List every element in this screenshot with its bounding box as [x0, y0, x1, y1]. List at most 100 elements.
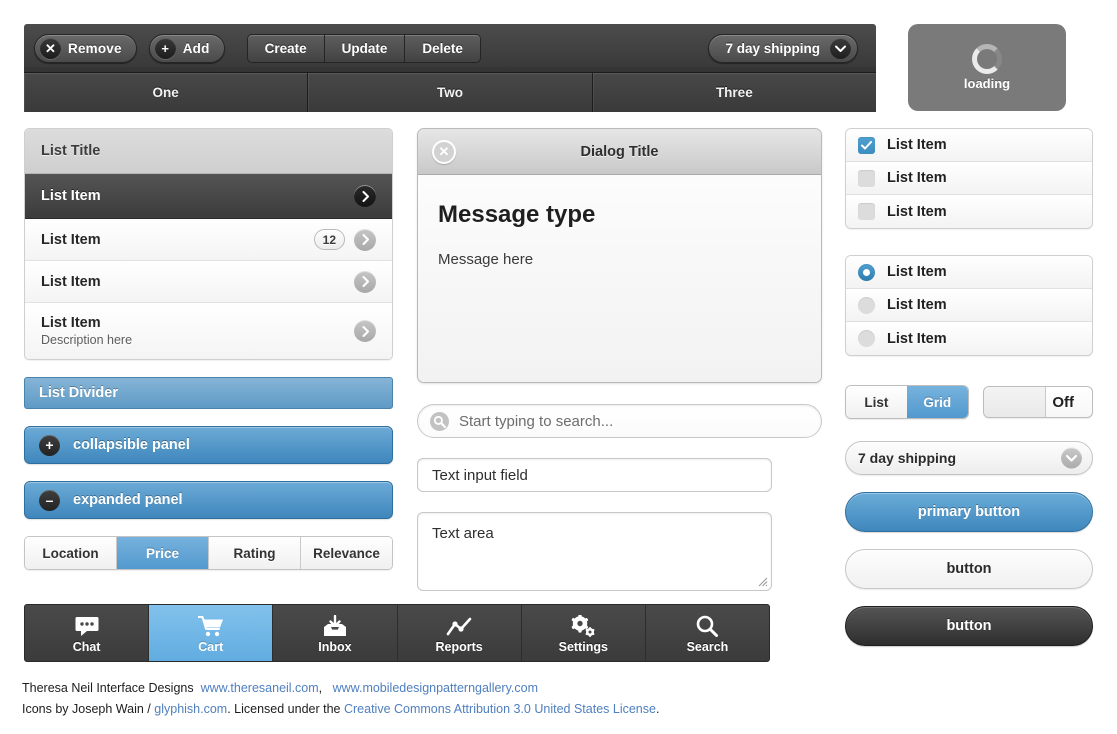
shipping-dropdown-light-value: 7 day shipping	[858, 450, 957, 466]
view-mode-grid[interactable]: Grid	[906, 386, 968, 418]
collapsible-panel-label: collapsible panel	[73, 437, 190, 453]
radio-list: List Item List Item List Item	[845, 255, 1093, 356]
checkbox-unchecked-icon[interactable]	[858, 203, 875, 220]
tabbar-item-chat[interactable]: Chat	[25, 605, 150, 661]
delete-button[interactable]: Delete	[405, 33, 481, 63]
radio-row-3[interactable]: List Item	[846, 322, 1092, 355]
inbox-icon	[323, 613, 347, 637]
text-area-value: Text area	[432, 525, 494, 542]
checkbox-row-1-label: List Item	[887, 137, 947, 153]
filter-option-price[interactable]: Price	[117, 537, 209, 569]
dialog-header: ✕ Dialog Title	[418, 129, 821, 175]
expanded-panel-label: expanded panel	[73, 492, 183, 508]
chevron-down-icon	[1061, 447, 1082, 469]
shipping-dropdown-dark-value: 7 day shipping	[725, 40, 820, 56]
loading-label: loading	[963, 76, 1011, 91]
cart-icon	[197, 613, 224, 637]
list-item-2-text: List Item	[41, 232, 314, 248]
radio-row-1-label: List Item	[887, 264, 947, 280]
primary-button[interactable]: primary button	[845, 492, 1093, 532]
tabbar-item-settings[interactable]: Settings	[521, 605, 646, 661]
radio-unselected-icon[interactable]	[858, 330, 875, 347]
license-link[interactable]: Creative Commons Attribution 3.0 United …	[344, 702, 656, 716]
dark-button[interactable]: button	[845, 606, 1093, 646]
loading-indicator: loading	[908, 24, 1066, 111]
checkbox-unchecked-icon[interactable]	[858, 169, 875, 187]
shipping-dropdown-light[interactable]: 7 day shipping	[845, 441, 1093, 475]
chevron-right-icon	[354, 270, 376, 293]
list-item-1-label: List Item	[41, 188, 101, 204]
tab-three[interactable]: Three	[592, 73, 876, 112]
checkbox-row-3[interactable]: List Item	[846, 195, 1092, 228]
radio-row-2-label: List Item	[887, 297, 947, 313]
close-icon[interactable]: ✕	[432, 139, 456, 164]
tabbar-item-inbox-label: Inbox	[318, 639, 352, 654]
tabbar-item-reports[interactable]: Reports	[397, 605, 522, 661]
remove-button[interactable]: ✕ Remove	[34, 33, 137, 63]
list-item-4-text: List Item Description here	[41, 315, 354, 347]
switch-label: Off	[1052, 393, 1074, 411]
view-mode-list[interactable]: List	[846, 386, 907, 418]
minus-icon: –	[39, 489, 60, 511]
radio-unselected-icon[interactable]	[858, 296, 875, 314]
checkbox-row-2[interactable]: List Item	[846, 162, 1092, 195]
filter-option-rating[interactable]: Rating	[209, 537, 301, 569]
chevron-right-icon	[354, 185, 376, 207]
tabbar-item-cart[interactable]: Cart	[149, 605, 274, 661]
filter-option-relevance[interactable]: Relevance	[301, 537, 392, 569]
on-off-switch[interactable]: Off	[982, 386, 1093, 418]
radio-selected-icon[interactable]	[858, 263, 875, 281]
crud-segmented-control: Create Update Delete	[246, 33, 481, 63]
list-item-1[interactable]: List Item	[25, 174, 392, 219]
filter-option-location[interactable]: Location	[25, 537, 117, 569]
tabbar-item-reports-label: Reports	[435, 639, 483, 654]
mobiledesignpatterngallery-link[interactable]: www.mobiledesignpatterngallery.com	[333, 681, 538, 695]
plus-icon: +	[39, 434, 60, 456]
sort-filter-bar: Location Price Rating Relevance	[24, 536, 393, 570]
list-item-4[interactable]: List Item Description here	[25, 303, 392, 359]
text-input-field[interactable]: Text input field	[417, 458, 772, 492]
tab-two[interactable]: Two	[308, 73, 593, 112]
right-column: List Item List Item List Item List Item …	[845, 128, 1093, 646]
close-icon: ✕	[40, 37, 61, 59]
create-button[interactable]: Create	[246, 33, 325, 63]
switch-knob[interactable]	[983, 387, 1046, 417]
tabbar-item-chat-label: Chat	[72, 639, 101, 654]
tabbar-item-settings-label: Settings	[558, 639, 608, 654]
list-item-1-text: List Item	[41, 188, 354, 204]
add-button[interactable]: + Add	[148, 33, 225, 63]
tab-one[interactable]: One	[24, 73, 309, 112]
tabbar-item-inbox[interactable]: Inbox	[273, 605, 398, 661]
list-panel: List Title List Item List Item 12 List I…	[24, 128, 393, 360]
glyphish-link[interactable]: glyphish.com	[154, 702, 227, 716]
resize-handle-icon[interactable]	[755, 574, 768, 587]
checkbox-row-1[interactable]: List Item	[846, 129, 1092, 162]
tabbar-item-search-label: Search	[686, 639, 729, 654]
radio-row-1[interactable]: List Item	[846, 256, 1092, 289]
dialog-heading: Message type	[438, 201, 596, 228]
secondary-button[interactable]: button	[845, 549, 1093, 589]
shipping-dropdown-dark[interactable]: 7 day shipping	[708, 33, 858, 63]
footer: Theresa Neil Interface Designs www.there…	[22, 678, 659, 720]
expanded-panel-header[interactable]: – expanded panel	[24, 481, 393, 519]
tab-strip: One Two Three	[24, 72, 876, 112]
text-area-field[interactable]: Text area	[417, 512, 772, 591]
tabbar-item-search[interactable]: Search	[645, 605, 769, 661]
list-item-3[interactable]: List Item	[25, 261, 392, 303]
chevron-right-icon	[354, 320, 376, 342]
checkbox-checked-icon[interactable]	[858, 136, 875, 154]
search-icon	[696, 613, 719, 637]
ui-kit-page: ✕ Remove + Add Create Update Delete 7 da…	[0, 0, 1117, 734]
plus-icon: +	[154, 37, 176, 59]
bottom-tab-bar: Chat Cart Inbox Reports Settings Search	[24, 604, 770, 662]
view-mode-toggle: List Grid	[845, 385, 969, 419]
update-button[interactable]: Update	[324, 33, 406, 63]
collapsible-panel-header[interactable]: + collapsible panel	[24, 426, 393, 464]
search-input[interactable]: Start typing to search...	[417, 404, 822, 438]
list-item-4-label: List Item	[41, 315, 101, 331]
theresaneil-link[interactable]: www.theresaneil.com	[201, 681, 319, 695]
list-item-3-label: List Item	[41, 273, 101, 290]
list-item-2[interactable]: List Item 12	[25, 219, 392, 261]
radio-row-3-label: List Item	[887, 330, 947, 347]
radio-row-2[interactable]: List Item	[846, 289, 1092, 322]
